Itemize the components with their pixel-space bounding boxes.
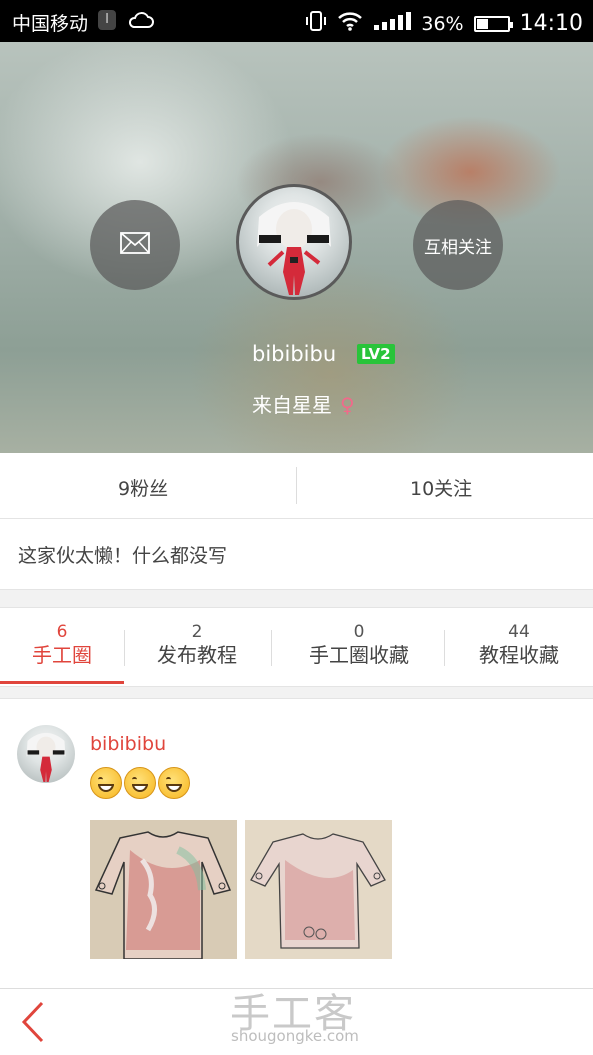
tab-handmade-circle[interactable]: 6 手工圈 bbox=[14, 622, 110, 668]
tab-divider bbox=[271, 630, 272, 666]
tab-divider bbox=[444, 630, 445, 666]
grin-emoji-icon bbox=[90, 767, 122, 799]
post-author-avatar[interactable] bbox=[17, 725, 75, 783]
profile-avatar[interactable] bbox=[236, 184, 352, 300]
cloud-icon bbox=[128, 8, 154, 37]
following-count[interactable]: 10关注 bbox=[410, 474, 472, 501]
tab-label: 教程收藏 bbox=[479, 643, 559, 667]
post-author-name[interactable]: bibibibu bbox=[90, 733, 166, 755]
grin-emoji-icon bbox=[124, 767, 156, 799]
tab-label: 发布教程 bbox=[157, 643, 237, 667]
stats-divider bbox=[296, 467, 297, 504]
back-arrow-icon[interactable] bbox=[18, 999, 48, 1049]
tab-label: 手工圈收藏 bbox=[309, 643, 409, 667]
avatar-figure-image bbox=[257, 202, 331, 295]
battery-percent: 36% bbox=[421, 12, 464, 35]
level-badge: LV2 bbox=[357, 344, 395, 364]
status-bar: 中国移动 I 36% 14:10 bbox=[0, 0, 593, 42]
profile-stats: 9粉丝 10关注 bbox=[0, 453, 593, 519]
fans-count[interactable]: 9粉丝 bbox=[118, 474, 168, 501]
post-content bbox=[90, 767, 190, 799]
profile-origin: 来自星星 ♀ bbox=[252, 389, 355, 418]
active-tab-indicator bbox=[0, 681, 124, 684]
tab-count: 6 bbox=[56, 622, 68, 642]
sim-indicator: I bbox=[98, 10, 116, 30]
tab-divider bbox=[124, 630, 125, 666]
shirt-sketch-image bbox=[245, 820, 392, 959]
tab-count: 0 bbox=[353, 622, 365, 642]
profile-tabs: 6 手工圈 2 发布教程 0 手工圈收藏 44 教程收藏 bbox=[0, 607, 593, 687]
profile-header: 互相关注 bibibibu LV2 来自星星 ♀ bbox=[0, 42, 593, 453]
grin-emoji-icon bbox=[158, 767, 190, 799]
post-card[interactable]: bibibibu bbox=[0, 698, 593, 989]
post-image[interactable] bbox=[245, 820, 392, 959]
clock: 14:10 bbox=[519, 11, 583, 36]
tab-published-tutorials[interactable]: 2 发布教程 bbox=[140, 622, 254, 668]
carrier-name: 中国移动 bbox=[12, 13, 89, 35]
vibrate-icon bbox=[305, 9, 327, 38]
avatar-figure-image bbox=[26, 732, 66, 782]
origin-text: 来自星星 bbox=[252, 393, 332, 417]
profile-username: bibibibu bbox=[252, 342, 337, 366]
battery-icon bbox=[473, 15, 513, 32]
bio-text: 这家伙太懒！什么都没写 bbox=[18, 545, 228, 567]
shirt-sketch-image bbox=[90, 820, 237, 959]
tab-count: 2 bbox=[191, 622, 203, 642]
tab-count: 44 bbox=[508, 622, 530, 642]
tab-label: 手工圈 bbox=[32, 643, 92, 667]
bottom-bar: 手工客 shougongke.com bbox=[0, 988, 593, 1055]
post-image[interactable] bbox=[90, 820, 237, 959]
tab-circle-favorites[interactable]: 0 手工圈收藏 bbox=[290, 622, 428, 668]
signal-icon bbox=[373, 11, 412, 36]
female-icon: ♀ bbox=[340, 393, 355, 417]
envelope-icon bbox=[120, 232, 150, 258]
tab-tutorial-favorites[interactable]: 44 教程收藏 bbox=[462, 622, 576, 668]
profile-bio: 这家伙太懒！什么都没写 bbox=[0, 519, 593, 590]
wifi-icon bbox=[337, 11, 363, 36]
watermark-url: shougongke.com bbox=[231, 1027, 359, 1045]
mutual-follow-button[interactable]: 互相关注 bbox=[413, 200, 503, 290]
message-button[interactable] bbox=[90, 200, 180, 290]
